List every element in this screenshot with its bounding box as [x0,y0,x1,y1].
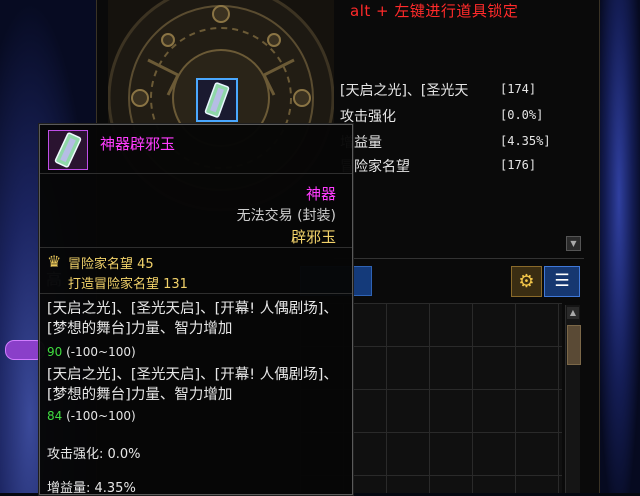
stat-range-text: (-100~100) [66,345,136,359]
stat-description: [天启之光]、[圣光天启]、[开幕! 人偶剧场]、[梦想的舞台]力量、智力增加 [47,367,338,403]
stat-value: [174] [500,82,537,96]
stat-roll-value: 90 [47,345,63,359]
scroll-thumb[interactable] [567,325,581,365]
divider [40,247,352,248]
fame-value: 冒险家名望 45 [68,257,154,272]
divider [334,258,584,259]
item-icon [48,130,88,170]
stat-value: [4.35%] [500,134,551,148]
stat-description: [天启之光]、[圣光天启]、[开幕! 人偶剧场]、[梦想的舞台]力量、智力增加 [47,301,338,337]
stat-range: 90 (-100~100) [47,345,136,359]
item-title: 神器辟邪玉 [100,135,176,153]
stat-range-text: (-100~100) [66,409,136,423]
attack-enhance: 攻击强化: 0.0% [47,447,141,462]
stat-value: [176] [500,158,537,172]
stats-scroll-down-button[interactable]: ▼ [566,236,581,251]
stats-panel: [天启之光]、[圣光天 [174] 攻击强化 [0.0%] 增益量 [4.35%… [334,22,584,262]
wings-crown-icon: ♛ [47,252,62,271]
scroll-up-icon[interactable]: ▲ [567,307,579,319]
trade-status: 无法交易 (封装) [236,208,336,224]
equipped-item-slot[interactable] [196,78,238,122]
buff-amount: 增益量: 4.35% [47,481,136,496]
jade-talisman-icon [54,132,82,168]
inventory-scrollbar[interactable]: ▲ [565,305,581,493]
stat-label: [天启之光]、[圣光天 [340,83,469,99]
item-type: 神器 [305,185,336,203]
tooltip-header: 神器辟邪玉 [40,125,352,174]
jade-talisman-icon [204,82,230,118]
item-name: 辟邪玉 [290,228,336,246]
stat-range: 84 (-100~100) [47,409,136,423]
stat-value: [0.0%] [500,108,544,122]
divider [40,293,352,294]
list-icon[interactable]: ☰ [544,266,580,297]
craft-fame-value: 打造冒险家名望 131 [68,277,188,292]
alt-lock-hint: alt + 左键进行道具锁定 [350,2,519,20]
background-right [598,0,640,493]
stat-roll-value: 84 [47,409,63,423]
stat-label: 攻击强化 [340,109,396,125]
item-tooltip: 神器辟邪玉 神器 无法交易 (封装) 辟邪玉 ♛ 冒险家名望 45 打造冒险家名… [39,124,353,496]
gear-icon[interactable]: ⚙ [511,266,542,297]
